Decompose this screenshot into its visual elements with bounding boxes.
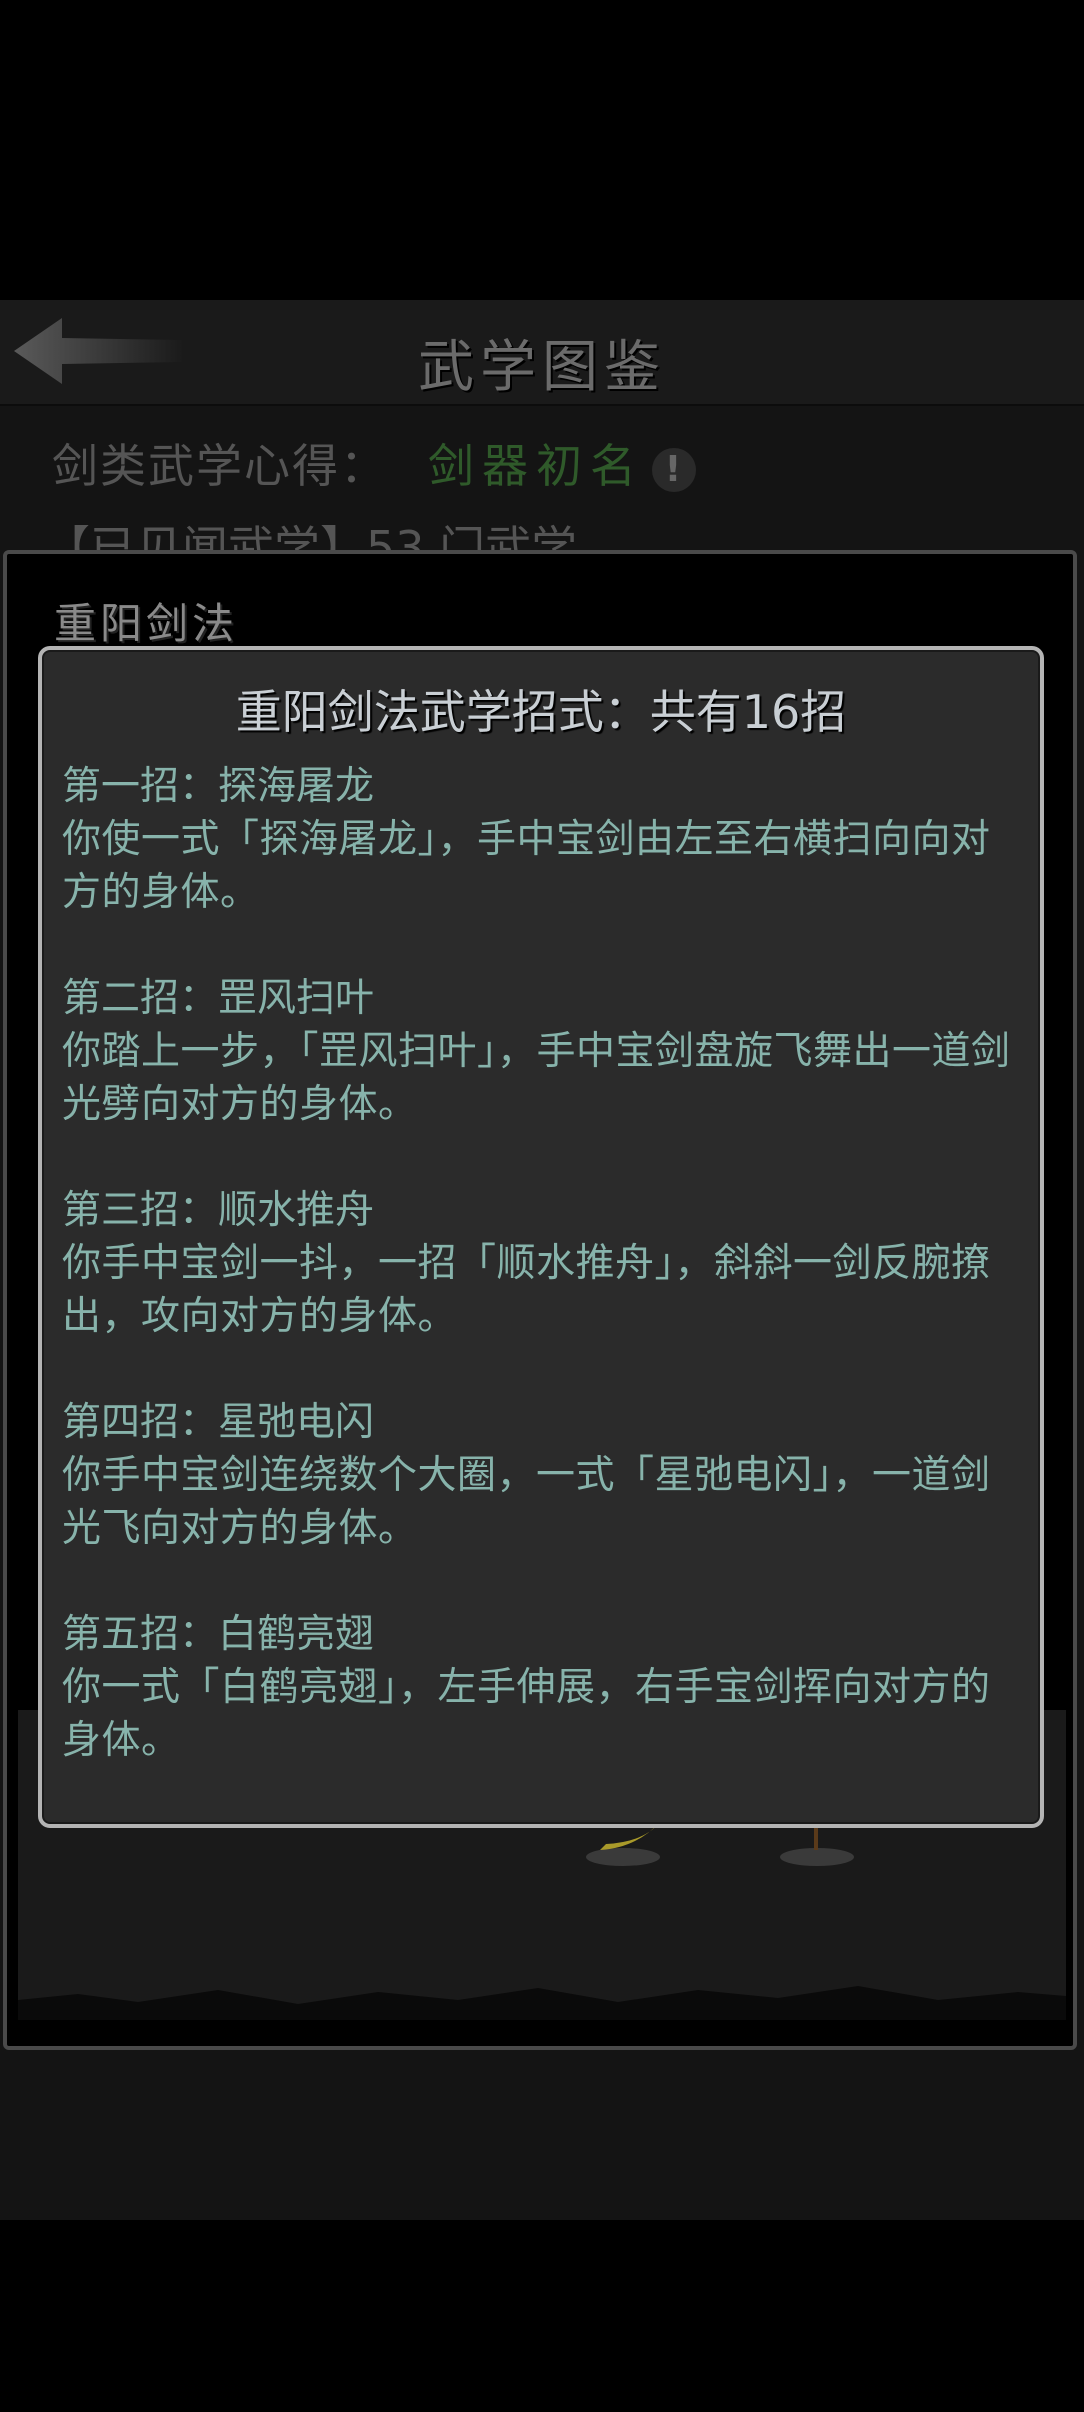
- move-description: 你手中宝剑连绕数个大圈，一式「星弛电闪」，一道剑光飞向对方的身体。: [62, 1453, 991, 1551]
- move-name: 第二招：罡风扫叶: [62, 976, 375, 1021]
- move-description: 你手中宝剑一抖，一招「顺水推舟」，斜斜一剑反腕撩出，攻向对方的身体。: [62, 1241, 991, 1339]
- category-row: 剑类武学心得： 剑器初名!: [52, 430, 696, 496]
- skill-name: 重阳剑法: [54, 599, 239, 648]
- mountain-ground-icon: [18, 1986, 1066, 2020]
- moves-list: 第一招：探海屠龙 你使一式「探海屠龙」，手中宝剑由左至右横扫向向对方的身体。 第…: [62, 760, 1022, 1820]
- move-item: 第二招：罡风扫叶 你踏上一步，「罡风扫叶」，手中宝剑盘旋飞舞出一道剑光劈向对方的…: [62, 972, 1022, 1131]
- move-description: 你使一式「探海屠龙」，手中宝剑由左至右横扫向向对方的身体。: [62, 817, 991, 915]
- move-item: 第一招：探海屠龙 你使一式「探海屠龙」，手中宝剑由左至右横扫向向对方的身体。: [62, 760, 1022, 919]
- modal-title: 重阳剑法武学招式：共有16招: [235, 685, 847, 739]
- move-description: 你一式「白鹤亮翅」，左手伸展，右手宝剑挥向对方的身体。: [62, 1665, 991, 1763]
- move-name: 第一招：探海屠龙: [62, 764, 375, 809]
- top-bar: 武学图鉴: [0, 300, 1084, 406]
- move-description: 你踏上一步，「罡风扫叶」，手中宝剑盘旋飞舞出一道剑光劈向对方的身体。: [62, 1029, 1011, 1127]
- move-item: 第三招：顺水推舟 你手中宝剑一抖，一招「顺水推舟」，斜斜一剑反腕撩出，攻向对方的…: [62, 1184, 1022, 1343]
- move-item: 第四招：星弛电闪 你手中宝剑连绕数个大圈，一式「星弛电闪」，一道剑光飞向对方的身…: [62, 1396, 1022, 1555]
- move-name: 第三招：顺水推舟: [62, 1188, 375, 1233]
- info-icon[interactable]: !: [652, 447, 696, 492]
- category-label: 剑类武学心得：: [52, 439, 388, 493]
- move-item: 第五招：白鹤亮翅 你一式「白鹤亮翅」，左手伸展，右手宝剑挥向对方的身体。: [62, 1608, 1022, 1767]
- move-name: 第五招：白鹤亮翅: [62, 1612, 375, 1657]
- page-title: 武学图鉴: [418, 335, 666, 400]
- rank-title: 剑器初名: [428, 439, 644, 493]
- move-name: 第四招：星弛电闪: [62, 1400, 375, 1445]
- opponent-shadow: [780, 1848, 854, 1866]
- learned-count: 【已见闻武学】53 门武学: [44, 521, 578, 552]
- moves-modal[interactable]: 重阳剑法武学招式：共有16招 第一招：探海屠龙 你使一式「探海屠龙」，手中宝剑由…: [38, 646, 1044, 1828]
